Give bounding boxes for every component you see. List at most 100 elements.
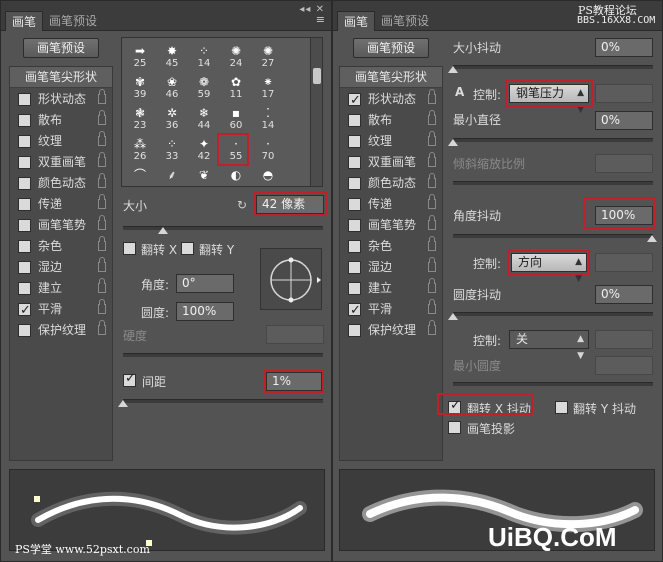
lock-icon[interactable] xyxy=(428,236,436,251)
brush-tip-cell[interactable]: ✦ 42 xyxy=(188,135,220,165)
option-checkbox[interactable] xyxy=(18,114,31,127)
spacing-checkbox[interactable] xyxy=(123,371,136,387)
size-jitter-knob[interactable] xyxy=(448,66,458,73)
brush-tip-cell[interactable]: ✾ 39 xyxy=(124,73,156,103)
right-list-item[interactable]: 平滑 xyxy=(340,299,442,321)
tab-brush-right[interactable]: 画笔 xyxy=(337,11,376,31)
lock-icon[interactable] xyxy=(428,89,436,104)
tilt-scale-slider[interactable] xyxy=(453,181,653,185)
roundness-jitter-knob[interactable] xyxy=(448,313,458,320)
brush-tip-cell[interactable]: ⁕ 17 xyxy=(252,73,284,103)
lock-icon[interactable] xyxy=(428,320,436,335)
right-list-item[interactable]: 纹理 xyxy=(340,131,442,152)
brush-tip-cell[interactable]: ◓ xyxy=(252,166,284,186)
option-checkbox[interactable] xyxy=(18,219,31,232)
option-checkbox[interactable] xyxy=(18,240,31,253)
lock-icon[interactable] xyxy=(98,173,106,188)
brush-presets-button-right[interactable]: 画笔预设 xyxy=(353,38,429,58)
left-list-item[interactable]: 建立 xyxy=(10,278,112,299)
reset-size-icon[interactable]: ↻ xyxy=(237,198,247,212)
brush-tip-cell[interactable]: ❃ 23 xyxy=(124,104,156,134)
right-list-item[interactable]: 杂色 xyxy=(340,236,442,257)
hardness-slider[interactable] xyxy=(123,353,323,357)
brush-tip-cell[interactable]: ✺ 24 xyxy=(220,42,252,72)
option-checkbox[interactable] xyxy=(348,135,361,148)
roundness-jitter-field[interactable]: 0% xyxy=(595,285,653,304)
brush-tip-cell[interactable]: ⁂ 26 xyxy=(124,135,156,165)
option-checkbox[interactable] xyxy=(348,114,361,127)
panel-menu-icon[interactable]: ≡ xyxy=(316,13,325,26)
option-checkbox[interactable] xyxy=(18,93,31,106)
right-list-item[interactable]: 保护纹理 xyxy=(340,320,442,341)
lock-icon[interactable] xyxy=(428,173,436,188)
angle-jitter-knob[interactable] xyxy=(647,235,657,242)
size-slider[interactable] xyxy=(123,226,323,230)
size-jitter-slider[interactable] xyxy=(453,65,653,69)
right-list-item[interactable]: 画笔笔势 xyxy=(340,215,442,236)
brush-tip-cell[interactable]: ❀ 46 xyxy=(156,73,188,103)
lock-icon[interactable] xyxy=(428,110,436,125)
grid-scrollbar[interactable] xyxy=(310,38,322,186)
left-list-item[interactable]: 双重画笔 xyxy=(10,152,112,173)
brush-tip-cell[interactable]: ▪ 60 xyxy=(220,104,252,134)
size-jitter-field[interactable]: 0% xyxy=(595,38,653,57)
list-item-brush-tip-shape-right[interactable]: 画笔笔尖形状 xyxy=(340,67,442,88)
list-item-brush-tip-shape[interactable]: 画笔笔尖形状 xyxy=(10,67,112,88)
option-checkbox[interactable] xyxy=(348,177,361,190)
option-checkbox[interactable] xyxy=(348,324,361,337)
tab-brush-presets-right[interactable]: 画笔预设 xyxy=(375,11,435,31)
option-checkbox[interactable] xyxy=(348,198,361,211)
option-checkbox[interactable] xyxy=(18,156,31,169)
lock-icon[interactable] xyxy=(98,236,106,251)
size-slider-knob[interactable] xyxy=(158,227,168,234)
scrollbar-thumb[interactable] xyxy=(313,68,321,84)
angle-jitter-slider[interactable] xyxy=(453,234,653,238)
left-list-item[interactable]: 散布 xyxy=(10,110,112,131)
spacing-slider[interactable] xyxy=(123,399,323,403)
hardness-field[interactable] xyxy=(266,325,324,344)
brush-tip-cell[interactable]: ⸙ xyxy=(156,166,188,186)
lock-icon[interactable] xyxy=(98,257,106,272)
min-diameter-field[interactable]: 0% xyxy=(595,111,653,130)
option-checkbox[interactable] xyxy=(18,282,31,295)
brush-tip-cell[interactable]: ✲ 36 xyxy=(156,104,188,134)
lock-icon[interactable] xyxy=(428,257,436,272)
spacing-slider-knob[interactable] xyxy=(118,400,128,407)
brush-tip-cell[interactable]: ⁚ 14 xyxy=(252,104,284,134)
brush-tip-cell[interactable]: ❁ 59 xyxy=(188,73,220,103)
brush-tip-cell[interactable]: ⁘ 14 xyxy=(188,42,220,72)
flip-y-jitter-checkbox[interactable] xyxy=(555,401,568,414)
lock-icon[interactable] xyxy=(98,89,106,104)
brush-tip-cell[interactable]: · 70 xyxy=(252,135,284,165)
lock-icon[interactable] xyxy=(98,110,106,125)
option-checkbox[interactable] xyxy=(348,282,361,295)
lock-icon[interactable] xyxy=(98,131,106,146)
brush-tip-cell[interactable]: ❦ xyxy=(188,166,220,186)
lock-icon[interactable] xyxy=(428,299,436,314)
min-roundness-field[interactable] xyxy=(595,356,653,375)
lock-icon[interactable] xyxy=(98,299,106,314)
roundness-jitter-slider[interactable] xyxy=(453,312,653,316)
left-list-item[interactable]: 颜色动态 xyxy=(10,173,112,194)
left-list-item[interactable]: 形状动态 xyxy=(10,89,112,110)
right-list-item[interactable]: 湿边 xyxy=(340,257,442,278)
flip-x-checkbox[interactable] xyxy=(123,242,136,255)
brush-presets-button[interactable]: 画笔预设 xyxy=(23,38,99,58)
lock-icon[interactable] xyxy=(428,194,436,209)
option-checkbox[interactable] xyxy=(18,135,31,148)
lock-icon[interactable] xyxy=(428,152,436,167)
tab-brush-presets[interactable]: 画笔预设 xyxy=(43,11,103,31)
flip-y-checkbox[interactable] xyxy=(181,242,194,255)
lock-icon[interactable] xyxy=(98,152,106,167)
lock-icon[interactable] xyxy=(428,131,436,146)
left-list-item[interactable]: 平滑 xyxy=(10,299,112,321)
option-checkbox[interactable] xyxy=(18,198,31,211)
lock-icon[interactable] xyxy=(98,278,106,293)
option-checkbox[interactable] xyxy=(18,324,31,337)
option-checkbox[interactable] xyxy=(348,240,361,253)
min-diameter-slider[interactable] xyxy=(453,138,653,142)
angle-field[interactable]: 0° xyxy=(176,274,234,293)
left-list-item[interactable]: 传递 xyxy=(10,194,112,215)
right-list-item[interactable]: 形状动态 xyxy=(340,89,442,111)
option-checkbox[interactable] xyxy=(18,261,31,274)
